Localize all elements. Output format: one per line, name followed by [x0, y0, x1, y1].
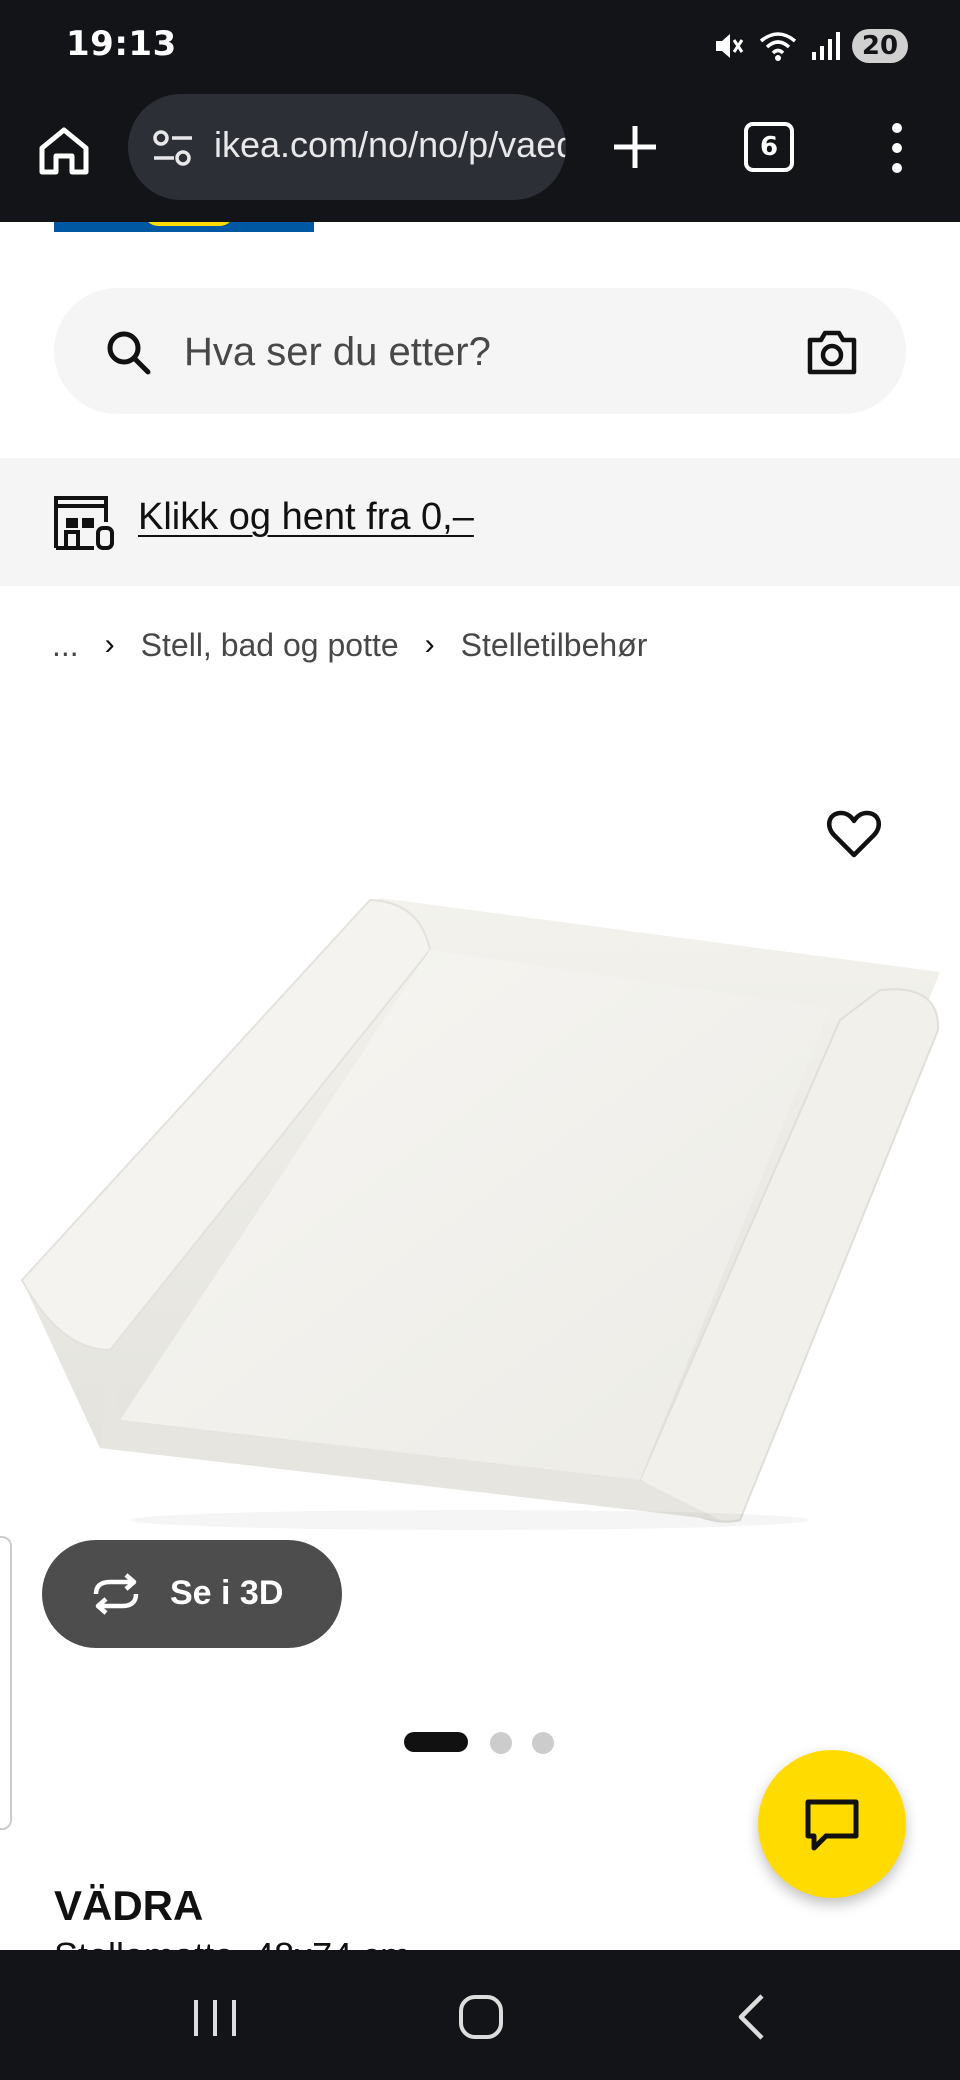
- mute-icon: [716, 34, 744, 58]
- rotate-3d-icon: [93, 1573, 139, 1615]
- address-bar[interactable]: ikea.com/no/no/p/vaed: [128, 94, 566, 200]
- system-navigation-bar: [0, 1950, 960, 2080]
- breadcrumb-ellipsis[interactable]: ...: [52, 627, 79, 664]
- tab-switcher-button[interactable]: 6: [744, 122, 794, 172]
- status-time: 19:13: [66, 24, 177, 64]
- battery-indicator: 20: [852, 29, 908, 63]
- chevron-right-icon: ›: [424, 628, 435, 661]
- site-settings-icon[interactable]: [152, 128, 194, 168]
- chevron-right-icon: ›: [104, 628, 115, 661]
- view-3d-button[interactable]: Se i 3D: [42, 1540, 342, 1648]
- home-button-icon[interactable]: [458, 1994, 504, 2040]
- breadcrumb: ... › Stell, bad og potte › Stelletilbeh…: [52, 620, 647, 670]
- browser-toolbar: ikea.com/no/no/p/vaed 6: [0, 90, 960, 222]
- search-bar[interactable]: [54, 288, 906, 414]
- product-image[interactable]: [0, 880, 960, 1540]
- ikea-logo[interactable]: [54, 222, 314, 232]
- click-collect-banner: Klikk og hent fra 0,–: [0, 458, 960, 586]
- search-input[interactable]: [182, 318, 826, 386]
- favorite-heart-icon[interactable]: [826, 808, 882, 860]
- wifi-icon: [759, 32, 797, 61]
- carousel-dot[interactable]: [532, 1732, 554, 1754]
- product-name: VÄDRA: [54, 1882, 204, 1929]
- breadcrumb-item[interactable]: Stelletilbehør: [461, 627, 648, 664]
- search-icon: [107, 331, 151, 375]
- breadcrumb-item[interactable]: Stell, bad og potte: [141, 627, 399, 664]
- camera-icon[interactable]: [806, 328, 858, 376]
- chat-button[interactable]: [758, 1750, 906, 1898]
- click-collect-link[interactable]: Klikk og hent fra 0,–: [138, 496, 474, 539]
- status-bar: 19:13 20: [0, 0, 960, 90]
- new-tab-icon[interactable]: [610, 122, 660, 172]
- carousel-dot[interactable]: [490, 1732, 512, 1754]
- url-text[interactable]: ikea.com/no/no/p/vaed: [214, 124, 566, 166]
- logo-ellipse: [144, 222, 234, 226]
- back-icon[interactable]: [736, 1992, 766, 2042]
- view-3d-label: Se i 3D: [170, 1574, 284, 1612]
- chat-bubble-icon: [805, 1799, 859, 1851]
- carousel-dot-active[interactable]: [404, 1732, 468, 1752]
- side-drawer-handle[interactable]: [0, 1536, 12, 1830]
- recents-icon[interactable]: [190, 1996, 240, 2040]
- home-icon[interactable]: [36, 122, 92, 178]
- signal-icon: [812, 32, 840, 60]
- more-options-icon[interactable]: [880, 120, 914, 176]
- store-icon: [54, 496, 114, 550]
- status-icons: 20: [712, 26, 908, 66]
